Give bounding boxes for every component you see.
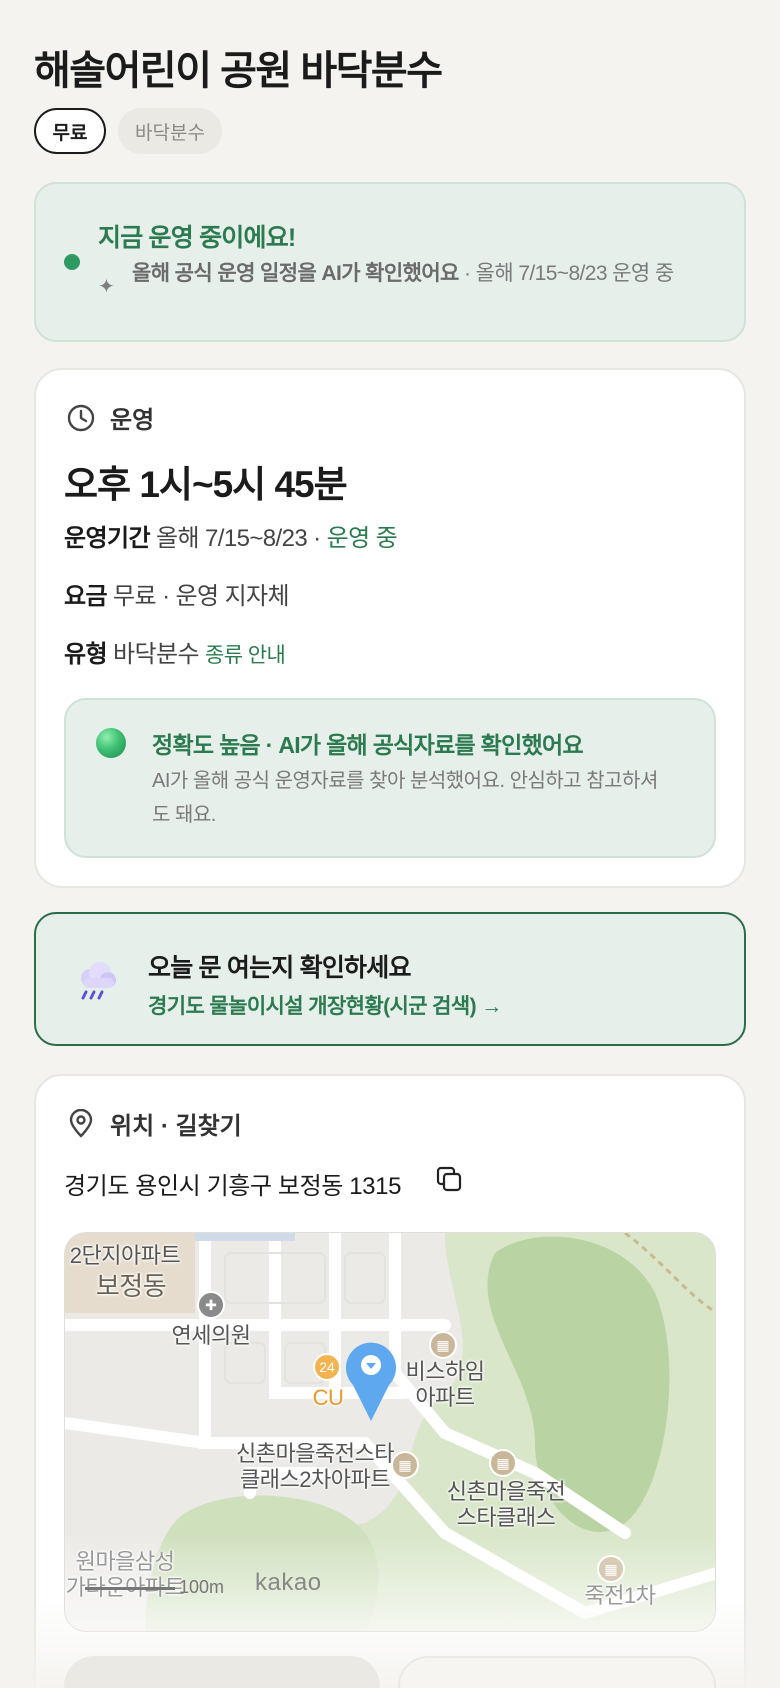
type-label: 유형: [64, 641, 108, 668]
map-label-star2-2: 클래스2차아파트: [240, 1467, 390, 1492]
accuracy-description: AI가 올해 공식 운영자료를 찾아 분석했어요. 안심하고 참고하셔도 돼요.: [152, 770, 658, 826]
fee-row: 요금 무료 · 운영 지자체: [64, 576, 290, 611]
location-header: 위치 · 길찾기: [66, 1106, 242, 1141]
period-value: 올해 7/15~8/23 ·: [156, 525, 327, 552]
apartment-icon: ▦: [429, 1331, 457, 1359]
status-card: 지금 운영 중이에요! ✦ 올해 공식 운영 일정을 AI가 확인했어요 · 올…: [34, 182, 746, 342]
open-check-title: 오늘 문 여는지 확인하세요: [148, 954, 411, 982]
convenience-store-icon: 24: [313, 1353, 341, 1381]
location-label: 위치 · 길찾기: [110, 1113, 242, 1140]
apartment-icon: ▦: [597, 1555, 625, 1583]
clock-icon: [67, 404, 95, 431]
location-pin-icon: [69, 1108, 93, 1137]
apartment-icon: ▦: [489, 1449, 517, 1477]
type-guide-link[interactable]: 종류 안내: [205, 644, 286, 667]
page: 해솔어린이 공원 바닥분수 무료 바닥분수 지금 운영 중이에요! ✦ 올해 공…: [0, 0, 780, 1688]
bottom-button-left[interactable]: [64, 1656, 380, 1688]
map-label-bojeong: 보정동: [95, 1271, 167, 1301]
rain-cloud-icon: [81, 962, 116, 1000]
apartment-icon: ▦: [391, 1451, 419, 1479]
operation-header: 운영: [66, 400, 154, 435]
status-desc-bold: 올해 공식 운영 일정을 AI가 확인했어요: [132, 262, 459, 285]
map-label-bis-2: 아파트: [415, 1385, 475, 1410]
map-label-samsung-1: 원마을삼성: [75, 1549, 175, 1574]
map-label-bis-1: 비스하임: [405, 1359, 485, 1384]
map-label-star: 신촌마을죽전 스타클래스: [431, 1479, 581, 1531]
map-label-star2-1: 신촌마을죽전스타: [236, 1441, 394, 1466]
map-label-star-2: 스타클래스: [456, 1505, 556, 1530]
status-dot: [64, 254, 80, 270]
address-text: 경기도 용인시 기흥구 보정동 1315: [64, 1173, 402, 1200]
chip-type[interactable]: 바닥분수: [118, 108, 222, 154]
status-description: 올해 공식 운영 일정을 AI가 확인했어요 · 올해 7/15~8/23 운영…: [132, 260, 728, 288]
page-title: 해솔어린이 공원 바닥분수: [34, 49, 443, 93]
open-check-card[interactable]: 오늘 문 여는지 확인하세요 경기도 물놀이시설 개장현황(시군 검색) →: [34, 912, 746, 1046]
accuracy-box: 정확도 높음 · AI가 올해 공식자료를 확인했어요 AI가 올해 공식 운영…: [64, 698, 716, 858]
fee-value: 무료 · 운영 지자체: [113, 583, 290, 610]
sparkle-icon: ✦: [98, 276, 115, 298]
fee-label: 요금: [64, 583, 108, 610]
map-pin-icon: [346, 1342, 396, 1421]
accuracy-title: 정확도 높음 · AI가 올해 공식자료를 확인했어요: [152, 732, 584, 758]
open-status-link[interactable]: 경기도 물놀이시설 개장현황(시군 검색) →: [148, 990, 502, 1020]
operating-hours: 오후 1시~5시 45분: [64, 464, 348, 505]
operation-label: 운영: [110, 407, 155, 434]
operation-card: 운영 오후 1시~5시 45분 운영기간 올해 7/15~8/23 · 운영 중…: [34, 368, 746, 888]
period-status: 운영 중: [326, 525, 398, 552]
hospital-icon: ✚: [197, 1291, 225, 1319]
map-label-star2: 신촌마을죽전스타 클래스2차아파트: [215, 1441, 415, 1493]
bottom-button-right[interactable]: [398, 1656, 716, 1688]
location-map[interactable]: 2단지아파트 보정동 ✚ 연세의원 24 CU ▦ 비스하임 아파트 신촌마을죽…: [64, 1232, 716, 1632]
map-label-clinic: 연세의원: [171, 1323, 251, 1348]
period-row: 운영기간 올해 7/15~8/23 · 운영 중: [64, 518, 398, 553]
map-scale-label: 100m: [179, 1577, 225, 1597]
map-brand-logo: kakao: [255, 1569, 322, 1596]
accuracy-indicator-icon: [96, 728, 126, 758]
status-desc-rest: · 올해 7/15~8/23 운영 중: [458, 262, 674, 285]
type-row: 유형 바닥분수 종류 안내: [64, 634, 286, 669]
type-value: 바닥분수: [113, 641, 200, 668]
map-label-star-1: 신촌마을죽전: [446, 1479, 566, 1504]
chip-free[interactable]: 무료: [34, 108, 106, 154]
copy-icon[interactable]: [434, 1164, 464, 1194]
location-card: 위치 · 길찾기 경기도 용인시 기흥구 보정동 1315 2단지아파트 보정동…: [34, 1074, 746, 1688]
map-scale: 100m: [85, 1577, 224, 1598]
period-label: 운영기간: [64, 525, 151, 552]
map-label-bis: 비스하임 아파트: [395, 1359, 495, 1411]
map-label-apt: 2단지아파트: [69, 1243, 181, 1268]
status-title: 지금 운영 중이에요!: [98, 224, 296, 252]
